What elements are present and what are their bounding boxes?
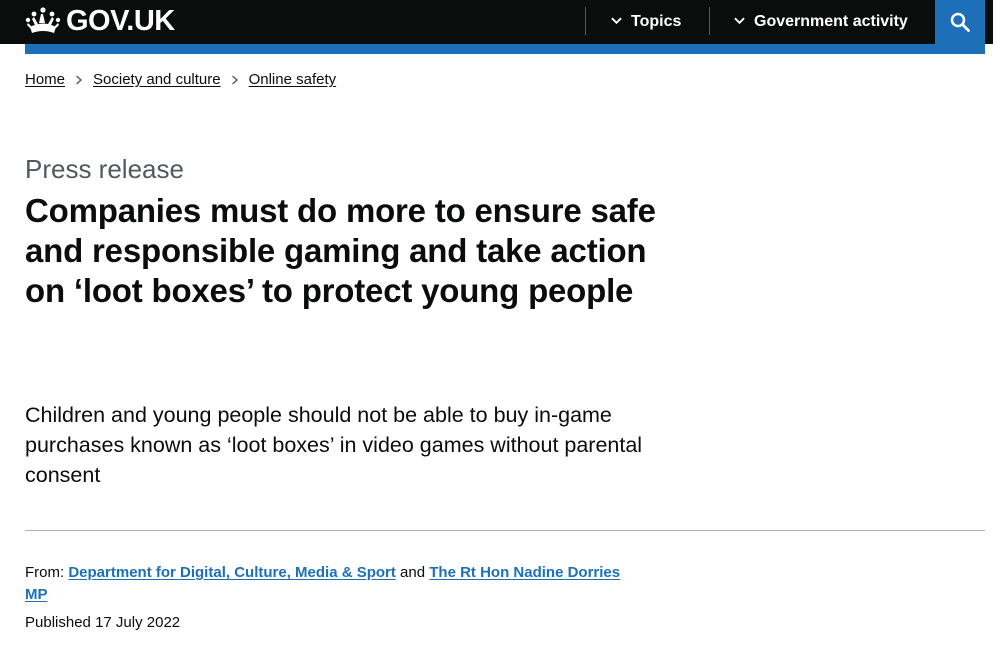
published-date: 17 July 2022 [95, 614, 181, 631]
chevron-down-icon [734, 17, 745, 25]
crown-icon [25, 7, 61, 33]
govuk-logo-link[interactable]: GOV.UK [25, 3, 175, 39]
government-activity-menu-button[interactable]: Government activity [734, 0, 908, 44]
header-blue-bar [25, 44, 985, 54]
page-caption: Press release [25, 154, 184, 184]
published-label: Published [25, 614, 91, 631]
chevron-right-icon [231, 75, 238, 85]
breadcrumb: Home Society and culture Online safety [25, 70, 336, 90]
chevron-down-icon [611, 17, 622, 25]
breadcrumb-link-home[interactable]: Home [25, 70, 65, 90]
search-icon [950, 12, 970, 32]
published-metadata: Published 17 July 2022 [25, 612, 180, 634]
from-label: From: [25, 564, 65, 581]
search-button[interactable] [935, 0, 985, 44]
section-divider [25, 530, 985, 531]
breadcrumb-link-society-and-culture[interactable]: Society and culture [93, 70, 221, 90]
govuk-logo-text: GOV.UK [66, 4, 175, 37]
page-lede: Children and young people should not be … [25, 403, 643, 487]
topics-menu-label: Topics [631, 13, 682, 30]
and-text: and [400, 564, 426, 581]
from-metadata: From: Department for Digital, Culture, M… [25, 562, 645, 606]
site-header: GOV.UK Topics Government activity [0, 0, 993, 44]
government-activity-menu-label: Government activity [754, 13, 908, 30]
nav-divider [709, 7, 710, 35]
nav-divider [585, 7, 586, 35]
breadcrumb-link-online-safety[interactable]: Online safety [249, 70, 337, 90]
chevron-right-icon [76, 75, 83, 85]
page-title: Companies must do more to ensure safe an… [25, 192, 656, 309]
topics-menu-button[interactable]: Topics [611, 0, 681, 44]
organisation-link-dcms[interactable]: Department for Digital, Culture, Media &… [68, 564, 396, 581]
